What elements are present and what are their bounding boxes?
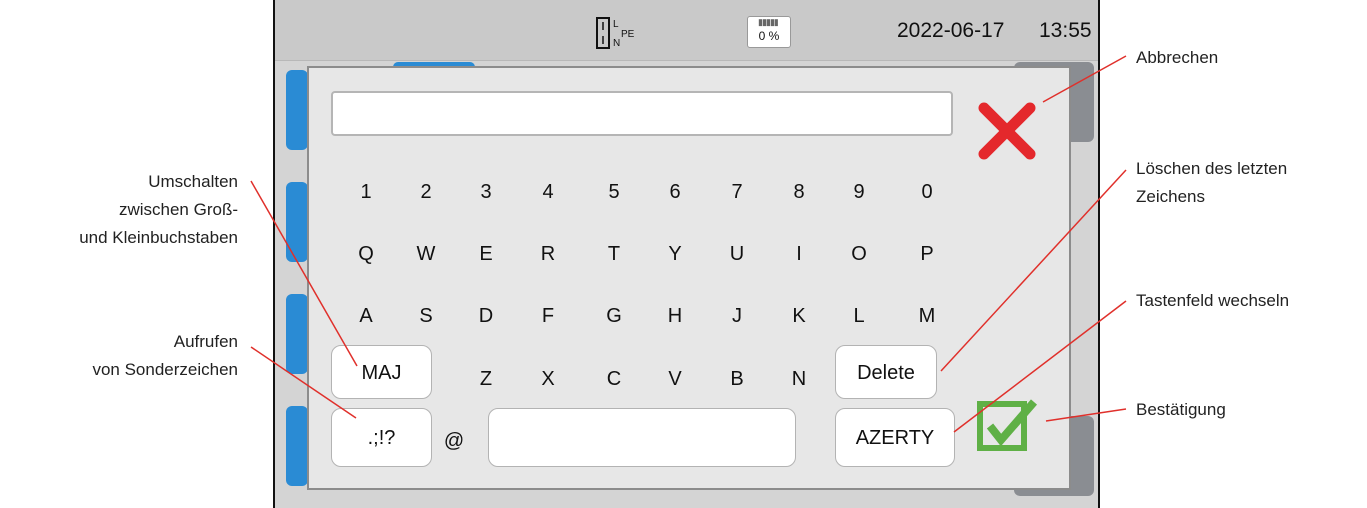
- annotation-special-line2: von Sonderzeichen: [92, 360, 238, 379]
- annotation-lines: [250, 55, 1127, 433]
- annotation-layout: Tastenfeld wechseln: [1136, 291, 1290, 310]
- annotation-delete-line2: Zeichens: [1136, 187, 1205, 206]
- annotation-shift-line3: und Kleinbuchstaben: [79, 228, 238, 247]
- annotation-shift-line2: zwischen Groß-: [118, 200, 238, 219]
- annotation-shift-line1: Umschalten: [148, 172, 238, 191]
- annotation-special-line1: Aufrufen: [173, 332, 238, 351]
- annotation-confirm: Bestätigung: [1136, 400, 1226, 419]
- annotation-delete-line1: Löschen des letzten: [1136, 159, 1288, 178]
- annotation-cancel: Abbrechen: [1136, 48, 1219, 67]
